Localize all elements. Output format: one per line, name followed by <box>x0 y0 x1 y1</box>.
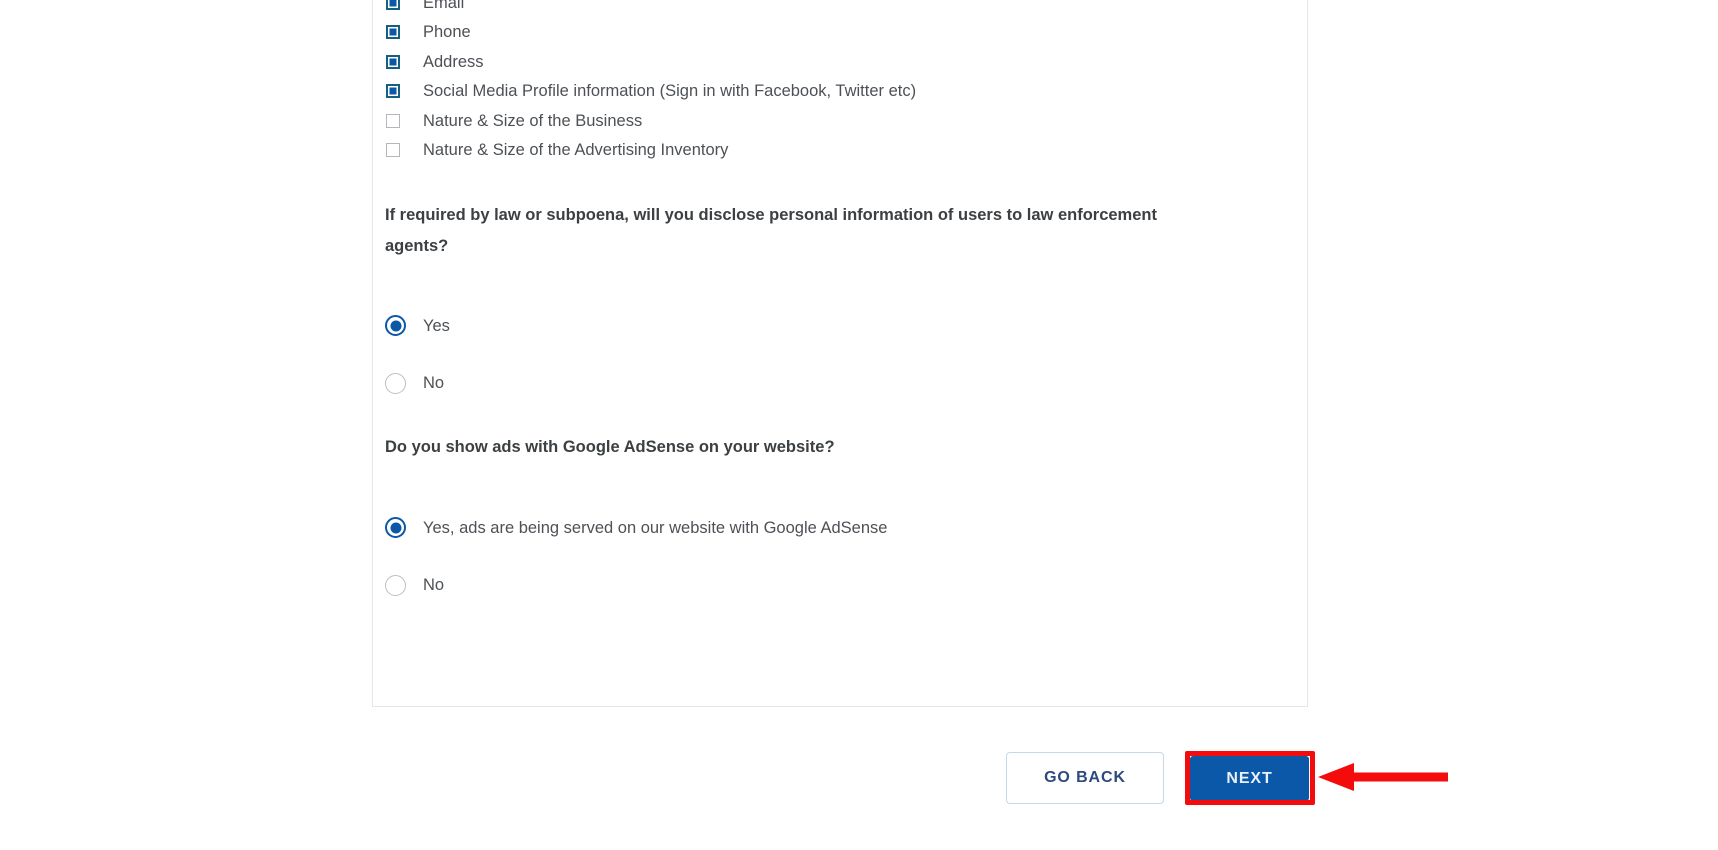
go-back-button[interactable]: GO BACK <box>1006 752 1164 804</box>
checkbox-label-advertising-inventory: Nature & Size of the Advertising Invento… <box>423 141 729 159</box>
question-google-adsense: Do you show ads with Google AdSense on y… <box>385 438 835 456</box>
radio-law-yes-icon[interactable] <box>385 315 406 337</box>
footer-actions: GO BACK NEXT <box>0 752 1718 812</box>
checkbox-row-address[interactable]: Address <box>385 47 1285 77</box>
checkbox-row-email[interactable]: Email <box>385 0 1285 18</box>
checkbox-row-social-media[interactable]: Social Media Profile information (Sign i… <box>385 77 1285 107</box>
checkbox-address-icon[interactable] <box>386 54 400 69</box>
checkbox-email-icon[interactable] <box>386 0 400 10</box>
radio-adsense-no-icon[interactable] <box>385 574 406 596</box>
checkbox-advertising-inventory-icon[interactable] <box>386 143 400 158</box>
data-collection-checkbox-list: Email Phone Address Social Media Profile… <box>385 0 1285 165</box>
radio-row-law-no[interactable]: No <box>385 355 450 413</box>
checkbox-label-business-nature: Nature & Size of the Business <box>423 111 643 130</box>
form-card-inner: Email Phone Address Social Media Profile… <box>373 0 1307 706</box>
radio-group-adsense: Yes, ads are being served on our website… <box>385 499 887 614</box>
checkbox-row-phone[interactable]: Phone <box>385 18 1285 48</box>
checkbox-business-nature-icon[interactable] <box>386 113 400 128</box>
checkbox-phone-icon[interactable] <box>386 25 400 40</box>
radio-label-law-no: No <box>423 374 445 392</box>
checkbox-label-social-media: Social Media Profile information (Sign i… <box>423 82 917 100</box>
radio-law-no-icon[interactable] <box>385 372 406 394</box>
radio-row-adsense-no[interactable]: No <box>385 557 887 615</box>
radio-label-law-yes: Yes <box>423 316 450 335</box>
checkbox-row-business-nature[interactable]: Nature & Size of the Business <box>385 106 1285 136</box>
radio-row-law-yes[interactable]: Yes <box>385 297 450 355</box>
next-button[interactable]: NEXT <box>1190 756 1309 801</box>
radio-label-adsense-yes: Yes, ads are being served on our website… <box>423 518 888 537</box>
checkbox-label-address: Address <box>423 52 484 71</box>
radio-group-law-enforcement: Yes No <box>385 297 450 412</box>
radio-adsense-yes-icon[interactable] <box>385 517 406 539</box>
radio-row-adsense-yes[interactable]: Yes, ads are being served on our website… <box>385 499 887 557</box>
checkbox-row-advertising-inventory[interactable]: Nature & Size of the Advertising Invento… <box>385 136 1285 166</box>
checkbox-label-email: Email <box>423 0 465 12</box>
question-law-enforcement-disclosure: If required by law or subpoena, will you… <box>385 206 1157 255</box>
privacy-policy-form-card: Email Phone Address Social Media Profile… <box>372 0 1308 707</box>
radio-label-adsense-no: No <box>423 576 445 594</box>
checkbox-social-media-icon[interactable] <box>386 84 400 99</box>
checkbox-label-phone: Phone <box>423 23 471 41</box>
